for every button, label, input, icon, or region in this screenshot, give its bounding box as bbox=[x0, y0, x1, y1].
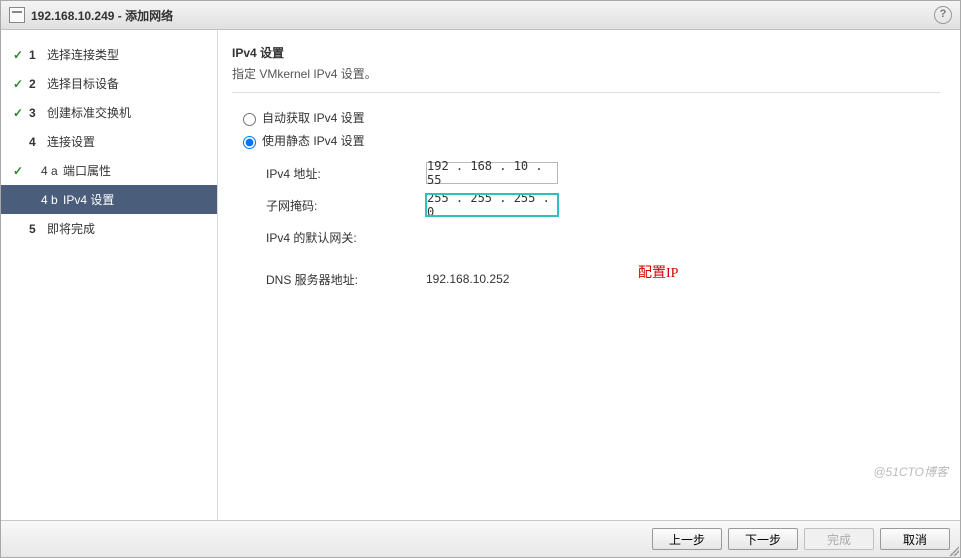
step-label: 选择目标设备 bbox=[47, 75, 119, 92]
window-title: 192.168.10.249 - 添加网络 bbox=[31, 7, 173, 24]
subnet-mask-input[interactable]: 255 . 255 . 255 . 0 bbox=[426, 194, 558, 216]
static-ipv4-fields: IPv4 地址: 192 . 168 . 10 . 55 子网掩码: 255 .… bbox=[232, 159, 940, 293]
step-1[interactable]: ✓ 1 选择连接类型 bbox=[1, 40, 217, 69]
help-icon[interactable]: ? bbox=[934, 6, 952, 24]
subnet-mask-label: 子网掩码: bbox=[266, 197, 426, 214]
dns-server-value: 192.168.10.252 bbox=[426, 272, 509, 286]
row-subnet-mask: 子网掩码: 255 . 255 . 255 . 0 bbox=[266, 191, 940, 219]
step-number: 4 bbox=[29, 135, 47, 149]
step-number: 5 bbox=[29, 222, 47, 236]
step-number: 2 bbox=[29, 77, 47, 91]
resize-grip-icon[interactable] bbox=[949, 546, 959, 556]
finish-button: 完成 bbox=[804, 528, 874, 550]
step-5[interactable]: ✓ 5 即将完成 bbox=[1, 214, 217, 243]
host-icon bbox=[9, 7, 25, 23]
wizard-window: 192.168.10.249 - 添加网络 ? ✓ 1 选择连接类型 ✓ 2 选… bbox=[0, 0, 961, 558]
step-label: 创建标准交换机 bbox=[47, 104, 131, 121]
step-4[interactable]: ✓ 4 连接设置 bbox=[1, 127, 217, 156]
panel-title: IPv4 设置 bbox=[232, 44, 940, 61]
panel-subtitle: 指定 VMkernel IPv4 设置。 bbox=[232, 65, 940, 82]
substep-label: 端口属性 bbox=[63, 162, 111, 179]
watermark: @51CTO博客 bbox=[873, 463, 948, 480]
step-label: 选择连接类型 bbox=[47, 46, 119, 63]
titlebar: 192.168.10.249 - 添加网络 ? bbox=[1, 1, 960, 30]
row-dns-server: DNS 服务器地址: 192.168.10.252 bbox=[266, 265, 940, 293]
check-icon: ✓ bbox=[11, 164, 25, 178]
dns-server-label: DNS 服务器地址: bbox=[266, 271, 426, 288]
step-number: 1 bbox=[29, 48, 47, 62]
substep-4b[interactable]: 4 b IPv4 设置 bbox=[1, 185, 217, 214]
check-icon: ✓ bbox=[11, 135, 25, 149]
substep-4a[interactable]: ✓ 4 a 端口属性 bbox=[1, 156, 217, 185]
back-button[interactable]: 上一步 bbox=[652, 528, 722, 550]
separator bbox=[232, 92, 940, 93]
radio-auto-label: 自动获取 IPv4 设置 bbox=[262, 109, 365, 126]
ipv4-address-input[interactable]: 192 . 168 . 10 . 55 bbox=[426, 162, 558, 184]
check-icon: ✓ bbox=[11, 48, 25, 62]
row-default-gateway: IPv4 的默认网关: bbox=[266, 223, 940, 251]
check-icon: ✓ bbox=[11, 106, 25, 120]
check-icon: ✓ bbox=[11, 77, 25, 91]
substep-label: IPv4 设置 bbox=[63, 191, 114, 208]
next-button[interactable]: 下一步 bbox=[728, 528, 798, 550]
step-2[interactable]: ✓ 2 选择目标设备 bbox=[1, 69, 217, 98]
content-panel: IPv4 设置 指定 VMkernel IPv4 设置。 自动获取 IPv4 设… bbox=[218, 30, 960, 520]
radio-auto-input[interactable] bbox=[243, 113, 256, 126]
row-ipv4-address: IPv4 地址: 192 . 168 . 10 . 55 bbox=[266, 159, 940, 187]
radio-static-ipv4[interactable]: 使用静态 IPv4 设置 bbox=[232, 132, 940, 149]
step-label: 连接设置 bbox=[47, 133, 95, 150]
radio-static-input[interactable] bbox=[243, 136, 256, 149]
wizard-body: ✓ 1 选择连接类型 ✓ 2 选择目标设备 ✓ 3 创建标准交换机 ✓ 4 连接… bbox=[1, 30, 960, 520]
radio-static-label: 使用静态 IPv4 设置 bbox=[262, 132, 365, 149]
step-3[interactable]: ✓ 3 创建标准交换机 bbox=[1, 98, 217, 127]
annotation-text: 配置IP bbox=[638, 262, 678, 282]
check-icon: ✓ bbox=[11, 222, 25, 236]
substep-number: 4 a bbox=[41, 164, 63, 178]
cancel-button[interactable]: 取消 bbox=[880, 528, 950, 550]
step-label: 即将完成 bbox=[47, 220, 95, 237]
default-gateway-label: IPv4 的默认网关: bbox=[266, 229, 426, 246]
steps-sidebar: ✓ 1 选择连接类型 ✓ 2 选择目标设备 ✓ 3 创建标准交换机 ✓ 4 连接… bbox=[1, 30, 218, 520]
footer: 上一步 下一步 完成 取消 bbox=[1, 520, 960, 557]
radio-auto-ipv4[interactable]: 自动获取 IPv4 设置 bbox=[232, 109, 940, 126]
substep-number: 4 b bbox=[41, 193, 63, 207]
step-number: 3 bbox=[29, 106, 47, 120]
ipv4-address-label: IPv4 地址: bbox=[266, 165, 426, 182]
